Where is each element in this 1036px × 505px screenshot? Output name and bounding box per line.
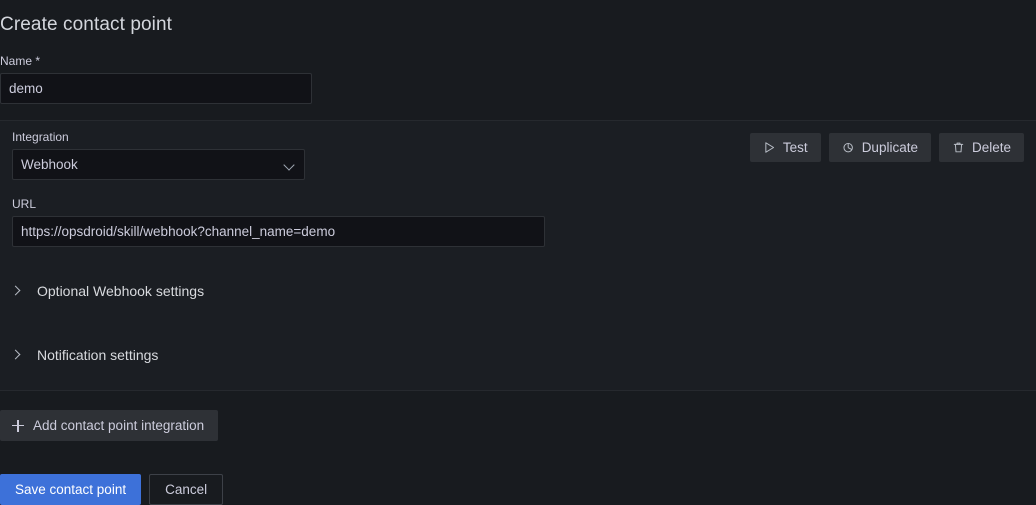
test-button[interactable]: Test [749,133,821,162]
test-button-label: Test [782,140,808,155]
form-footer: Save contact point Cancel [0,474,224,505]
page-title: Create contact point [0,13,173,35]
name-input[interactable] [0,73,312,104]
delete-button[interactable]: Delete [938,133,1024,162]
plus-icon [12,419,24,432]
cancel-button[interactable]: Cancel [149,474,224,505]
integration-select-value: Webhook [21,157,78,172]
chevron-down-icon [284,159,296,171]
integration-field-group: Integration Webhook [12,130,305,180]
url-input[interactable] [12,216,545,247]
url-field-group: URL [12,197,545,247]
save-contact-point-button[interactable]: Save contact point [0,474,142,505]
create-contact-point-page: Create contact point Name * Integration … [0,0,1036,505]
add-contact-point-integration-button[interactable]: Add contact point integration [0,410,219,441]
notification-settings-section[interactable]: Notification settings [12,345,158,365]
play-icon [763,141,776,154]
duplicate-button[interactable]: Duplicate [828,133,931,162]
duplicate-button-label: Duplicate [861,140,918,155]
name-field-label: Name * [0,54,41,68]
trash-icon [952,141,965,154]
add-contact-point-integration-label: Add contact point integration [33,418,205,433]
name-field-group: Name * [0,54,312,104]
integration-label: Integration [12,130,69,144]
optional-webhook-settings-section[interactable]: Optional Webhook settings [12,281,204,301]
integration-panel: Integration Webhook Test Duplicate Delet… [0,120,1036,391]
integration-panel-inner: Integration Webhook Test Duplicate Delet… [0,121,1036,390]
optional-webhook-settings-label: Optional Webhook settings [37,283,205,299]
chevron-right-icon [12,284,21,298]
notification-settings-label: Notification settings [37,347,159,363]
copy-icon [842,141,855,154]
integration-select[interactable]: Webhook [12,149,305,180]
chevron-right-icon [12,348,21,362]
integration-actions: Test Duplicate Delete [749,133,1024,162]
url-field-label: URL [12,197,37,211]
delete-button-label: Delete [971,140,1011,155]
